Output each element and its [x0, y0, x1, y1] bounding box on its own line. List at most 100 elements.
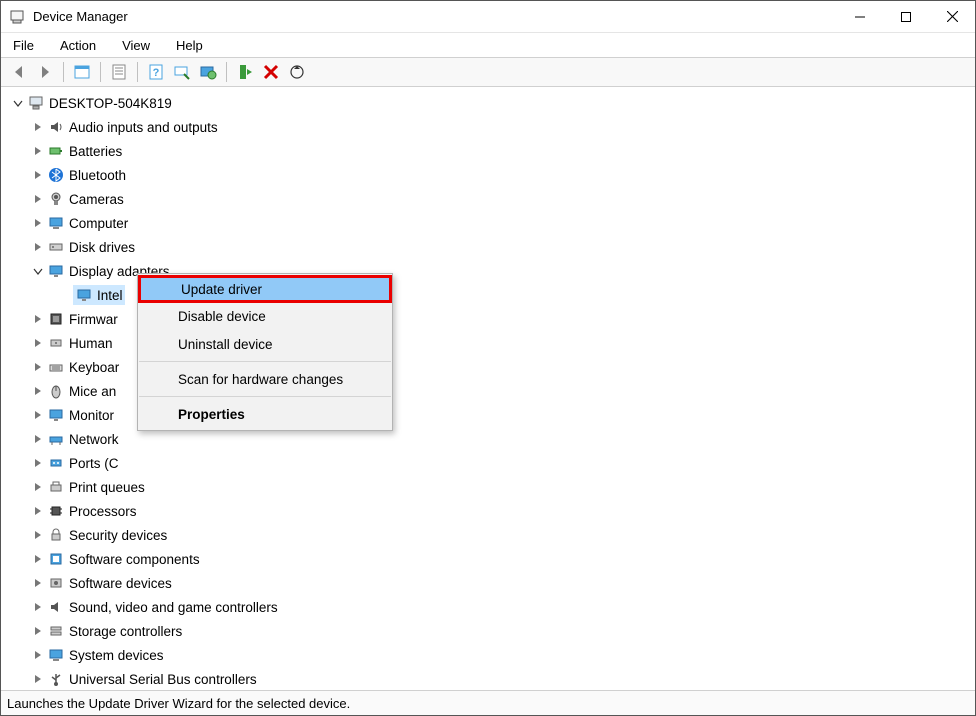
- tree-item-audio[interactable]: Audio inputs and outputs: [3, 115, 973, 139]
- storage-icon: [47, 622, 65, 640]
- status-bar: Launches the Update Driver Wizard for th…: [1, 691, 975, 715]
- tree-item-security-devices[interactable]: Security devices: [3, 523, 973, 547]
- expand-icon[interactable]: [31, 432, 45, 446]
- svg-text:?: ?: [153, 67, 160, 79]
- expand-icon[interactable]: [31, 336, 45, 350]
- expand-icon[interactable]: [31, 552, 45, 566]
- expand-icon[interactable]: [31, 192, 45, 206]
- minimize-button[interactable]: [837, 1, 883, 32]
- tree-item-storage-controllers[interactable]: Storage controllers: [3, 619, 973, 643]
- usb-icon: [47, 670, 65, 688]
- expand-icon[interactable]: [31, 312, 45, 326]
- device-tree[interactable]: DESKTOP-504K819 Audio inputs and outputs…: [1, 87, 975, 691]
- display-icon: [47, 262, 65, 280]
- expand-icon[interactable]: [31, 360, 45, 374]
- tree-item-disk-drives[interactable]: Disk drives: [3, 235, 973, 259]
- menu-view[interactable]: View: [118, 36, 154, 55]
- tree-item-batteries[interactable]: Batteries: [3, 139, 973, 163]
- computer-icon: [27, 94, 45, 112]
- window-title: Device Manager: [33, 9, 128, 24]
- context-scan-hardware[interactable]: Scan for hardware changes: [138, 365, 392, 393]
- expand-icon[interactable]: [31, 216, 45, 230]
- cpu-icon: [47, 502, 65, 520]
- tree-item-processors[interactable]: Processors: [3, 499, 973, 523]
- refresh-button[interactable]: [285, 60, 309, 84]
- context-menu: Update driver Disable device Uninstall d…: [137, 273, 393, 431]
- title-bar: Device Manager: [1, 1, 975, 33]
- context-disable-device[interactable]: Disable device: [138, 302, 392, 330]
- scan-button[interactable]: [170, 60, 194, 84]
- collapse-icon[interactable]: [31, 264, 45, 278]
- expand-icon[interactable]: [31, 504, 45, 518]
- menu-bar: File Action View Help: [1, 33, 975, 57]
- context-uninstall-device[interactable]: Uninstall device: [138, 330, 392, 358]
- expand-icon[interactable]: [31, 240, 45, 254]
- security-icon: [47, 526, 65, 544]
- tree-item-computer[interactable]: Computer: [3, 211, 973, 235]
- context-separator: [139, 361, 391, 362]
- back-button[interactable]: [7, 60, 31, 84]
- network-icon: [47, 430, 65, 448]
- menu-help[interactable]: Help: [172, 36, 207, 55]
- context-separator: [139, 396, 391, 397]
- expand-icon[interactable]: [31, 120, 45, 134]
- tree-item-software-devices[interactable]: Software devices: [3, 571, 973, 595]
- hid-icon: [47, 334, 65, 352]
- software-component-icon: [47, 550, 65, 568]
- expand-icon[interactable]: [31, 528, 45, 542]
- tree-item-cameras[interactable]: Cameras: [3, 187, 973, 211]
- expand-icon[interactable]: [31, 672, 45, 686]
- expand-icon[interactable]: [31, 648, 45, 662]
- menu-file[interactable]: File: [9, 36, 38, 55]
- show-hidden-button[interactable]: [70, 60, 94, 84]
- printer-icon: [47, 478, 65, 496]
- help-button[interactable]: ?: [144, 60, 168, 84]
- expand-icon[interactable]: [31, 408, 45, 422]
- monitor-icon: [47, 406, 65, 424]
- audio-icon: [47, 118, 65, 136]
- tree-item-system-devices[interactable]: System devices: [3, 643, 973, 667]
- system-icon: [47, 646, 65, 664]
- window-controls: [837, 1, 975, 32]
- forward-button[interactable]: [33, 60, 57, 84]
- expand-icon[interactable]: [31, 144, 45, 158]
- context-properties[interactable]: Properties: [138, 400, 392, 428]
- maximize-button[interactable]: [883, 1, 929, 32]
- tree-root[interactable]: DESKTOP-504K819: [3, 91, 973, 115]
- app-icon: [9, 9, 25, 25]
- expand-icon[interactable]: [31, 624, 45, 638]
- tree-item-bluetooth[interactable]: Bluetooth: [3, 163, 973, 187]
- status-text: Launches the Update Driver Wizard for th…: [7, 696, 350, 711]
- enable-button[interactable]: [233, 60, 257, 84]
- bluetooth-icon: [47, 166, 65, 184]
- tree-item-usb-controllers[interactable]: Universal Serial Bus controllers: [3, 667, 973, 691]
- close-button[interactable]: [929, 1, 975, 32]
- expand-icon[interactable]: [31, 576, 45, 590]
- update-driver-button[interactable]: [196, 60, 220, 84]
- tree-root-label: DESKTOP-504K819: [49, 96, 172, 111]
- display-icon: [75, 286, 93, 304]
- expand-icon[interactable]: [11, 96, 25, 110]
- properties-button[interactable]: [107, 60, 131, 84]
- keyboard-icon: [47, 358, 65, 376]
- expand-icon[interactable]: [31, 168, 45, 182]
- tree-item-ports[interactable]: Ports (C: [3, 451, 973, 475]
- tree-item-print-queues[interactable]: Print queues: [3, 475, 973, 499]
- software-device-icon: [47, 574, 65, 592]
- tree-item-sound-video-game[interactable]: Sound, video and game controllers: [3, 595, 973, 619]
- context-update-driver[interactable]: Update driver: [138, 275, 392, 303]
- expand-icon[interactable]: [31, 384, 45, 398]
- camera-icon: [47, 190, 65, 208]
- expand-icon[interactable]: [31, 456, 45, 470]
- battery-icon: [47, 142, 65, 160]
- expand-icon[interactable]: [31, 480, 45, 494]
- firmware-icon: [47, 310, 65, 328]
- uninstall-button[interactable]: [259, 60, 283, 84]
- menu-action[interactable]: Action: [56, 36, 100, 55]
- mouse-icon: [47, 382, 65, 400]
- port-icon: [47, 454, 65, 472]
- tree-item-software-components[interactable]: Software components: [3, 547, 973, 571]
- toolbar: ?: [1, 57, 975, 87]
- disk-icon: [47, 238, 65, 256]
- expand-icon[interactable]: [31, 600, 45, 614]
